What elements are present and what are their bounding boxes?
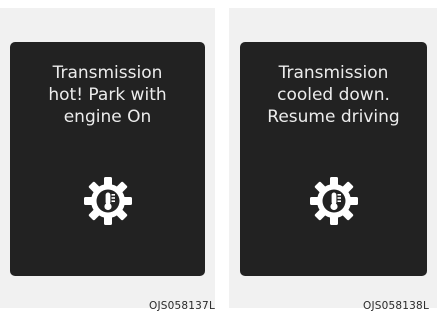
transmission-temperature-gear-icon bbox=[309, 176, 359, 226]
figure-code-label: OJS058138L bbox=[363, 300, 429, 312]
figure-code-label: OJS058137L bbox=[149, 300, 215, 312]
cluster-display-screen: Transmission hot! Park with engine On bbox=[10, 42, 205, 276]
warning-message: Transmission hot! Park with engine On bbox=[48, 63, 167, 127]
warning-panel-hot: Transmission hot! Park with engine On OJ… bbox=[0, 8, 215, 312]
transmission-temperature-gear-icon bbox=[83, 176, 133, 226]
warning-panel-cooled: Transmission cooled down. Resume driving bbox=[229, 8, 437, 312]
info-message: Transmission cooled down. Resume driving bbox=[267, 63, 400, 127]
cluster-display-screen: Transmission cooled down. Resume driving bbox=[240, 42, 427, 276]
